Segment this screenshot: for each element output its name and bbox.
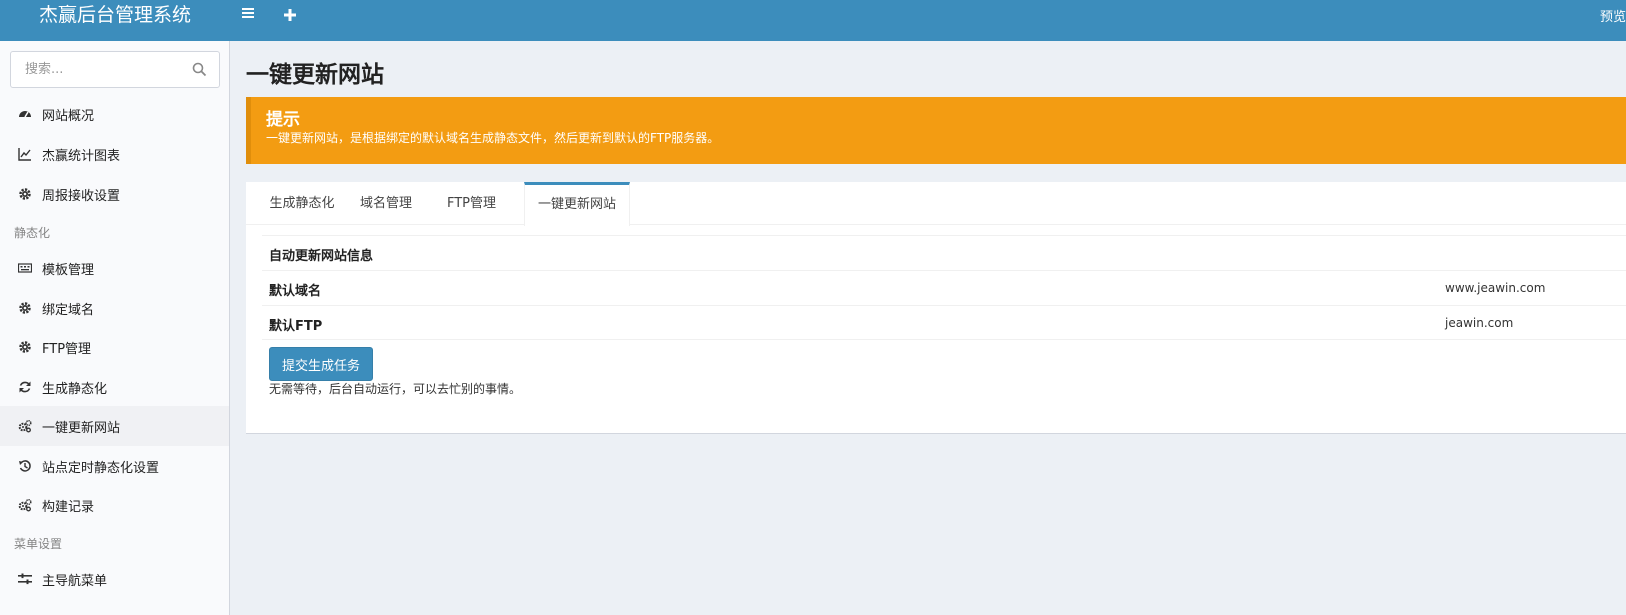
main-content: 一键更新网站 提示 一键更新网站，是根据绑定的默认域名生成静态文件，然后更新到默… bbox=[230, 41, 1626, 615]
sidebar-item-main-nav-menu[interactable]: 主导航菜单 bbox=[0, 559, 229, 599]
gear-icon bbox=[18, 340, 32, 354]
callout-title: 提示 bbox=[266, 110, 300, 130]
sidebar-item-label: 生成静态化 bbox=[42, 381, 108, 397]
callout-text: 一键更新网站，是根据绑定的默认域名生成静态文件，然后更新到默认的FTP服务器。 bbox=[266, 131, 720, 145]
refresh-icon bbox=[18, 380, 32, 394]
plus-icon[interactable] bbox=[284, 6, 296, 26]
app-brand[interactable]: 杰赢后台管理系统 bbox=[0, 0, 230, 41]
sidebar: 网站概况 杰赢统计图表 周报接收设置 静态化 模板管理 绑定域名 FTP管理 生… bbox=[0, 41, 230, 615]
row-value: jeawin.com bbox=[1445, 316, 1514, 330]
page-title: 一键更新网站 bbox=[246, 62, 384, 88]
sidebar-item-scheduled-static[interactable]: 站点定时静态化设置 bbox=[0, 446, 229, 486]
sidebar-section-header: 菜单设置 bbox=[14, 537, 63, 551]
sidebar-item-label: 站点定时静态化设置 bbox=[42, 460, 160, 476]
tab-generate-static[interactable]: 生成静态化 bbox=[262, 182, 342, 225]
preview-link[interactable]: 预览 bbox=[1600, 6, 1626, 25]
sidebar-item-label: 构建记录 bbox=[42, 499, 95, 515]
sidebar-item-label: 主导航菜单 bbox=[42, 573, 108, 589]
sidebar-item-weekly-report[interactable]: 周报接收设置 bbox=[0, 174, 229, 214]
sidebar-item-site-overview[interactable]: 网站概况 bbox=[0, 94, 229, 134]
search-icon[interactable] bbox=[192, 62, 207, 77]
sidebar-item-stats-charts[interactable]: 杰赢统计图表 bbox=[0, 134, 229, 174]
row-key: 默认FTP bbox=[269, 319, 323, 334]
sidebar-item-label: 杰赢统计图表 bbox=[42, 148, 121, 164]
tab-ftp-management[interactable]: FTP管理 bbox=[445, 182, 498, 225]
sidebar-item-label: 模板管理 bbox=[42, 262, 95, 278]
sidebar-item-ftp[interactable]: FTP管理 bbox=[0, 327, 229, 367]
sidebar-item-one-click-update[interactable]: 一键更新网站 bbox=[0, 406, 229, 446]
table-row: 自动更新网站信息 bbox=[262, 235, 1626, 270]
sidebar-item-label: 周报接收设置 bbox=[42, 188, 121, 204]
row-key: 默认域名 bbox=[269, 284, 322, 299]
search-input[interactable] bbox=[11, 52, 186, 87]
line-chart-icon bbox=[18, 147, 32, 161]
row-value: www.jeawin.com bbox=[1445, 281, 1546, 295]
table-row: 默认FTP jeawin.com bbox=[262, 305, 1626, 340]
sidebar-item-generate-static[interactable]: 生成静态化 bbox=[0, 367, 229, 407]
sliders-icon bbox=[18, 572, 32, 586]
history-icon bbox=[18, 459, 32, 473]
dashboard-icon bbox=[18, 107, 32, 121]
gears-icon bbox=[18, 498, 32, 512]
tip-callout: 提示 一键更新网站，是根据绑定的默认域名生成静态文件，然后更新到默认的FTP服务… bbox=[246, 97, 1626, 164]
tab-domain-management[interactable]: 域名管理 bbox=[360, 182, 412, 225]
sidebar-search bbox=[10, 51, 220, 88]
help-text: 无需等待，后台自动运行，可以去忙别的事情。 bbox=[269, 382, 522, 396]
sidebar-item-label: 一键更新网站 bbox=[42, 420, 121, 436]
tab-one-click-update[interactable]: 一键更新网站 bbox=[524, 182, 630, 226]
sidebar-item-label: FTP管理 bbox=[42, 341, 92, 357]
hamburger-icon[interactable] bbox=[242, 4, 254, 24]
table-row: 默认域名 www.jeawin.com bbox=[262, 270, 1626, 305]
gear-icon bbox=[18, 301, 32, 315]
tab-box: 生成静态化 域名管理 FTP管理 一键更新网站 自动更新网站信息 默认域名 ww… bbox=[246, 182, 1626, 434]
keyboard-icon bbox=[18, 261, 32, 275]
gear-icon bbox=[18, 187, 32, 201]
submit-task-button[interactable]: 提交生成任务 bbox=[269, 347, 374, 381]
tab-bar: 生成静态化 域名管理 FTP管理 一键更新网站 bbox=[246, 182, 1626, 226]
sidebar-item-build-log[interactable]: 构建记录 bbox=[0, 485, 229, 525]
sidebar-item-label: 网站概况 bbox=[42, 108, 95, 124]
sidebar-section-header: 静态化 bbox=[14, 226, 51, 240]
top-navbar: 杰赢后台管理系统 预览 bbox=[0, 0, 1626, 41]
sidebar-item-bind-domain[interactable]: 绑定域名 bbox=[0, 288, 229, 328]
sidebar-item-templates[interactable]: 模板管理 bbox=[0, 248, 229, 288]
info-heading: 自动更新网站信息 bbox=[269, 249, 374, 264]
gears-icon bbox=[18, 419, 32, 433]
sidebar-item-label: 绑定域名 bbox=[42, 302, 95, 318]
